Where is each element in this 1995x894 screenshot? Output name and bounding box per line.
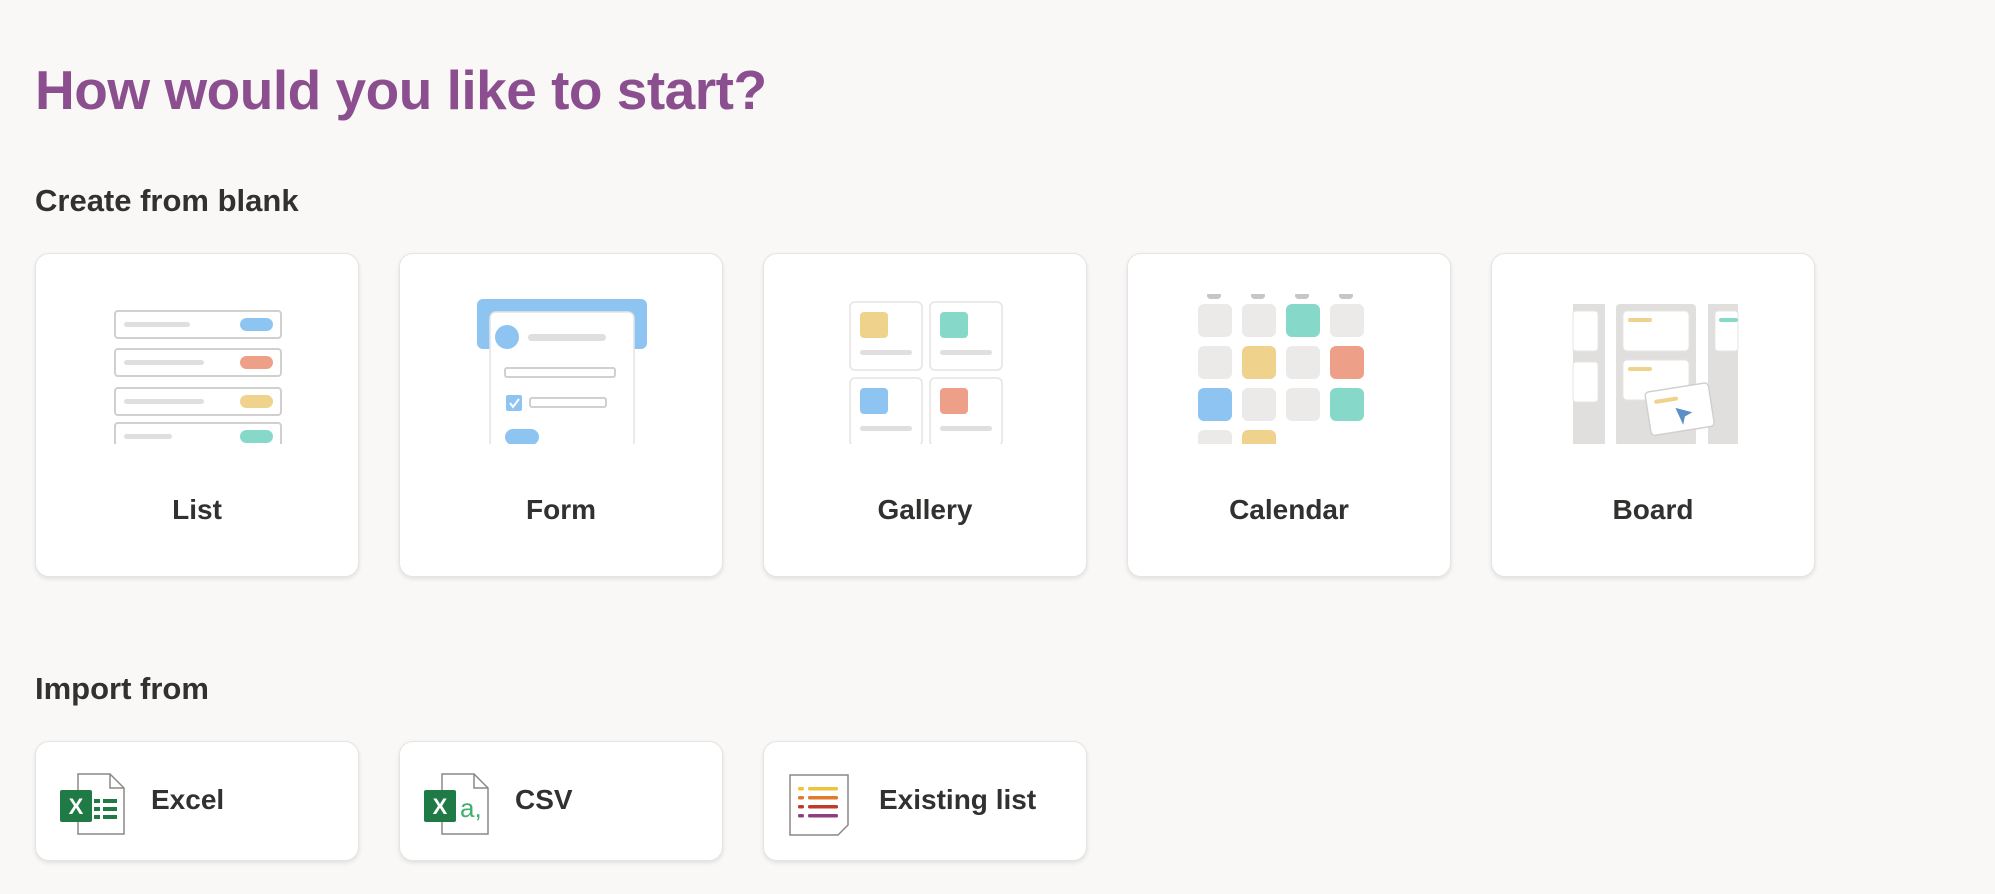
existing-list-icon — [789, 774, 849, 836]
svg-text:X: X — [433, 794, 448, 819]
import-excel-label: Excel — [151, 784, 225, 815]
create-from-blank-heading: Create from blank — [35, 183, 299, 218]
import-existing-list-button[interactable]: Existing list — [763, 741, 1087, 861]
list-illustration — [114, 310, 282, 444]
excel-file-icon: X — [60, 773, 125, 835]
gallery-option-label: Gallery — [877, 494, 973, 525]
board-option-label: Board — [1612, 494, 1694, 525]
calendar-illustration — [1198, 294, 1364, 444]
form-illustration — [477, 299, 647, 444]
board-illustration — [1572, 304, 1739, 444]
import-from-heading: Import from — [35, 671, 209, 706]
gallery-option-tile[interactable]: Gallery — [763, 253, 1087, 577]
svg-text:a,: a, — [460, 793, 482, 823]
list-option-tile[interactable]: List — [35, 253, 359, 577]
form-option-label: Form — [526, 494, 596, 525]
form-option-tile[interactable]: Form — [399, 253, 723, 577]
import-excel-button[interactable]: X Excel — [35, 741, 359, 861]
gallery-illustration — [849, 301, 1003, 444]
list-option-label: List — [172, 494, 222, 525]
calendar-option-tile[interactable]: Calendar — [1127, 253, 1451, 577]
board-option-tile[interactable]: Board — [1491, 253, 1815, 577]
import-csv-button[interactable]: a, X CSV — [399, 741, 723, 861]
svg-text:X: X — [69, 794, 84, 819]
import-existing-list-label: Existing list — [879, 784, 1037, 815]
csv-file-icon: a, X — [424, 773, 489, 835]
page-title: How would you like to start? — [35, 59, 767, 121]
import-csv-label: CSV — [515, 784, 573, 815]
calendar-option-label: Calendar — [1229, 494, 1349, 525]
